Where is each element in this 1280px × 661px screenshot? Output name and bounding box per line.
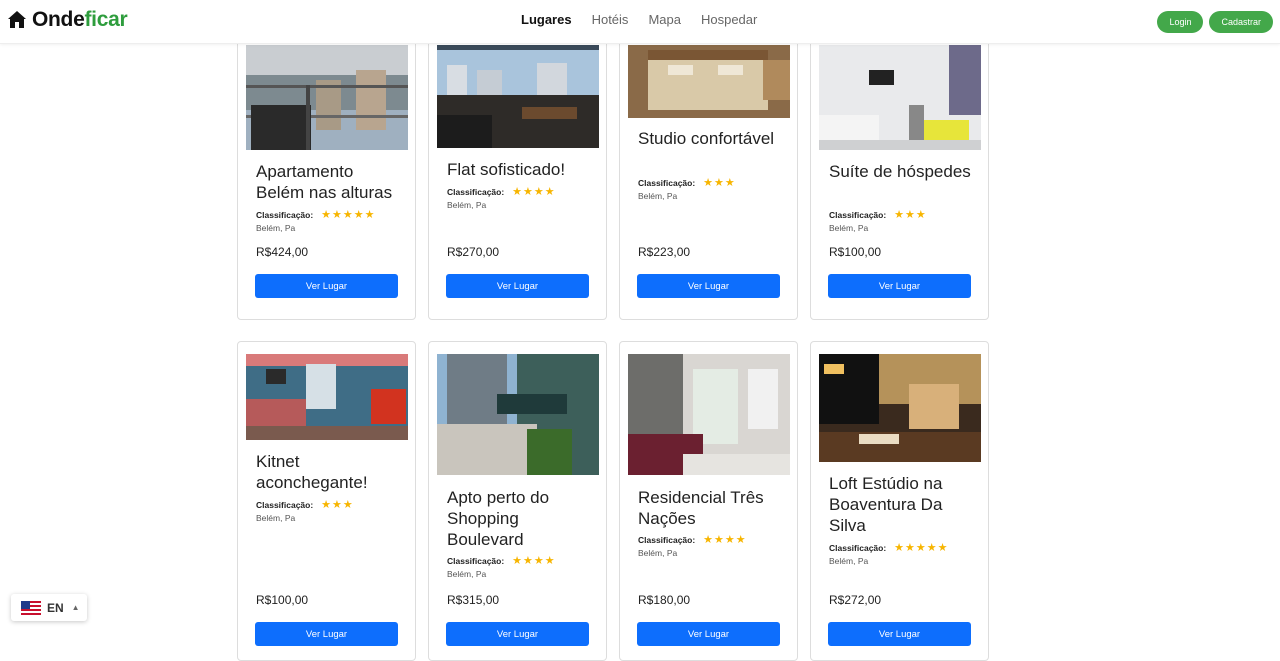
listing-card: Apto perto do Shopping Boulevard Classif… — [428, 341, 607, 661]
ver-lugar-button[interactable]: Ver Lugar — [637, 274, 780, 298]
listing-rating: Classificação: ★★★ — [256, 498, 354, 511]
listing-title: Apto perto do Shopping Boulevard — [447, 488, 550, 549]
ver-lugar-button[interactable]: Ver Lugar — [255, 622, 398, 646]
star-rating-icon: ★★★★ — [512, 186, 556, 198]
ver-lugar-button[interactable]: Ver Lugar — [828, 274, 971, 298]
rating-label: Classificação: — [447, 555, 505, 566]
listing-price: R$424,00 — [256, 245, 309, 259]
listing-location: Belém, Pa — [256, 223, 296, 233]
listing-card: Kitnet aconchegante! Classificação: ★★★ … — [237, 341, 416, 661]
listing-price: R$100,00 — [829, 245, 882, 259]
listing-rating: Classificação: ★★★ — [829, 208, 927, 221]
listing-rating: Classificação: ★★★★ — [638, 533, 747, 546]
rating-label: Classificação: — [829, 542, 887, 553]
brand-logo[interactable]: Ondeficar — [7, 8, 128, 32]
listing-price: R$180,00 — [638, 593, 691, 607]
login-button[interactable]: Login — [1157, 11, 1204, 33]
star-rating-icon: ★★★ — [894, 209, 927, 221]
listing-card: Apartamento Belém nas alturas Classifica… — [237, 20, 416, 320]
nav-item-hospedar[interactable]: Hospedar — [701, 12, 757, 27]
listing-location: Belém, Pa — [256, 513, 296, 523]
listing-photo[interactable] — [628, 45, 790, 118]
star-rating-icon: ★★★★★ — [894, 542, 949, 554]
ver-lugar-button[interactable]: Ver Lugar — [637, 622, 780, 646]
listing-title: Suíte de hóspedes — [829, 162, 971, 181]
listing-title: Apartamento Belém nas alturas — [256, 162, 393, 202]
listing-rating: Classificação: ★★★★ — [447, 554, 556, 567]
rating-label: Classificação: — [638, 534, 696, 545]
listing-card: Suíte de hóspedes Classificação: ★★★ Bel… — [810, 20, 989, 320]
star-rating-icon: ★★★★ — [512, 555, 556, 567]
listing-location: Belém, Pa — [829, 223, 869, 233]
star-rating-icon: ★★★★★ — [321, 209, 376, 221]
listing-photo[interactable] — [628, 354, 790, 475]
listing-title: Residencial Três Nações — [638, 488, 764, 528]
language-selector[interactable]: EN ▲ — [11, 594, 87, 621]
brand-name: Ondeficar — [32, 8, 128, 32]
ver-lugar-button[interactable]: Ver Lugar — [255, 274, 398, 298]
brand-name-part2: ficar — [84, 8, 128, 31]
listing-photo[interactable] — [246, 45, 408, 150]
main-nav: Lugares Hotéis Mapa Hospedar — [521, 12, 757, 27]
listing-photo[interactable] — [819, 45, 981, 150]
listing-location: Belém, Pa — [447, 569, 487, 579]
listing-rating: Classificação: ★★★★ — [447, 185, 556, 198]
rating-label: Classificação: — [638, 177, 696, 188]
ver-lugar-button[interactable]: Ver Lugar — [828, 622, 971, 646]
listing-card: Loft Estúdio na Boaventura Da Silva Clas… — [810, 341, 989, 661]
nav-item-lugares[interactable]: Lugares — [521, 12, 572, 27]
listing-price: R$270,00 — [447, 245, 500, 259]
rating-label: Classificação: — [256, 499, 314, 510]
listing-card: Flat sofisticado! Classificação: ★★★★ Be… — [428, 20, 607, 320]
brand-name-part1: Onde — [32, 8, 85, 31]
listing-card: Residencial Três Nações Classificação: ★… — [619, 341, 798, 661]
star-rating-icon: ★★★ — [703, 177, 736, 189]
listing-location: Belém, Pa — [829, 556, 869, 566]
listing-photo[interactable] — [437, 45, 599, 148]
nav-item-mapa[interactable]: Mapa — [648, 12, 681, 27]
listing-price: R$223,00 — [638, 245, 691, 259]
listing-title: Studio confortável — [638, 129, 775, 148]
ver-lugar-button[interactable]: Ver Lugar — [446, 622, 589, 646]
listing-rating: Classificação: ★★★ — [638, 176, 736, 189]
listing-title: Flat sofisticado! — [447, 160, 566, 179]
ver-lugar-button[interactable]: Ver Lugar — [446, 274, 589, 298]
listing-photo[interactable] — [819, 354, 981, 462]
listing-photo[interactable] — [246, 354, 408, 440]
listing-price: R$272,00 — [829, 593, 882, 607]
listing-rating: Classificação: ★★★★★ — [256, 208, 375, 221]
rating-label: Classificação: — [256, 209, 314, 220]
signup-button[interactable]: Cadastrar — [1209, 11, 1273, 33]
nav-item-hoteis[interactable]: Hotéis — [592, 12, 629, 27]
listing-price: R$100,00 — [256, 593, 309, 607]
star-rating-icon: ★★★★ — [703, 534, 747, 546]
rating-label: Classificação: — [829, 209, 887, 220]
listing-photo[interactable] — [437, 354, 599, 475]
listing-price: R$315,00 — [447, 593, 500, 607]
listing-title: Kitnet aconchegante! — [256, 452, 368, 492]
us-flag-icon — [21, 600, 41, 615]
star-rating-icon: ★★★ — [321, 499, 354, 511]
listing-rating: Classificação: ★★★★★ — [829, 541, 948, 554]
listing-location: Belém, Pa — [638, 548, 678, 558]
auth-buttons: Login Cadastrar — [1157, 11, 1273, 33]
top-navbar: Ondeficar Lugares Hotéis Mapa Hospedar L… — [0, 0, 1280, 44]
listing-location: Belém, Pa — [447, 200, 487, 210]
listing-title: Loft Estúdio na Boaventura Da Silva — [829, 474, 943, 535]
listing-card: Studio confortável Classificação: ★★★ Be… — [619, 20, 798, 320]
rating-label: Classificação: — [447, 186, 505, 197]
language-code: EN — [47, 600, 64, 615]
listing-location: Belém, Pa — [638, 191, 678, 201]
chevron-up-icon: ▲ — [71, 603, 80, 612]
home-icon — [8, 11, 26, 28]
